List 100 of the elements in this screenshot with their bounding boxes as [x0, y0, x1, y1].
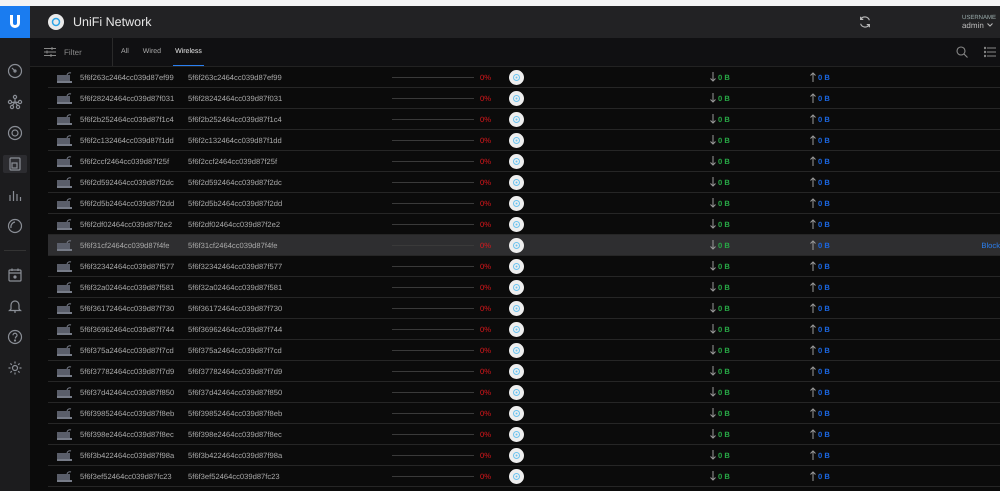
chevron-down-icon: [986, 23, 993, 27]
access-point-icon: [509, 154, 524, 168]
search-icon[interactable]: [956, 46, 968, 58]
download-arrow-icon: [710, 135, 716, 145]
access-point-icon: [509, 132, 524, 148]
app-logo-icon: [48, 14, 64, 30]
access-point-icon: [509, 468, 524, 484]
app-title: UniFi Network: [73, 15, 152, 29]
upload-arrow-icon: [810, 93, 816, 103]
calendar-icon: [7, 267, 23, 283]
wireless-device-icon: [57, 302, 72, 314]
access-point-icon: [509, 364, 524, 378]
download-arrow-icon: [710, 219, 716, 229]
download-arrow-icon: [710, 240, 716, 250]
download-arrow-icon: [710, 345, 716, 355]
upload-arrow-icon: [810, 240, 816, 250]
filter-label: Filter: [64, 48, 82, 56]
settings-icon: [7, 360, 23, 376]
access-point-icon: [509, 342, 524, 358]
username-menu[interactable]: admin: [962, 20, 996, 30]
download-arrow-icon: [710, 177, 716, 187]
wireless-device-icon: [57, 218, 72, 230]
upload-arrow-icon: [810, 198, 816, 208]
upload-arrow-icon: [810, 156, 816, 166]
download-arrow-icon: [710, 450, 716, 460]
download-arrow-icon: [710, 387, 716, 397]
download-arrow-icon: [710, 471, 716, 481]
sidebar-item[interactable]: [3, 155, 27, 173]
wireless-device-icon: [57, 176, 72, 188]
wireless-device-icon: [57, 134, 72, 146]
download-arrow-icon: [710, 198, 716, 208]
access-point-icon: [509, 70, 524, 84]
upload-arrow-icon: [810, 450, 816, 460]
network-nodes-icon: [7, 94, 23, 110]
wireless-device-icon: [57, 344, 72, 356]
download-arrow-icon: [710, 303, 716, 313]
access-point-icon: [509, 196, 524, 210]
refresh-icon[interactable]: [858, 15, 872, 29]
access-point-icon: [509, 426, 524, 442]
access-point-icon: [509, 90, 524, 106]
upload-arrow-icon: [810, 429, 816, 439]
wireless-device-icon: [57, 260, 72, 272]
download-arrow-icon: [710, 282, 716, 292]
wireless-device-icon: [57, 366, 72, 376]
upload-arrow-icon: [810, 72, 816, 82]
download-arrow-icon: [710, 93, 716, 103]
download-arrow-icon: [710, 156, 716, 166]
ring-icon: [7, 218, 23, 234]
clients-icon: [7, 156, 23, 172]
upload-arrow-icon: [810, 135, 816, 145]
download-arrow-icon: [710, 366, 716, 376]
download-arrow-icon: [710, 261, 716, 271]
download-arrow-icon: [710, 429, 716, 439]
upload-arrow-icon: [810, 282, 816, 292]
wireless-device-icon: [57, 470, 72, 482]
filter-icon[interactable]: [44, 47, 56, 57]
access-point-icon: [509, 112, 524, 126]
access-point-icon: [509, 280, 524, 294]
access-point-icon: [509, 300, 524, 316]
column-list-icon[interactable]: [984, 46, 996, 58]
wireless-device-icon: [57, 450, 72, 460]
bell-icon: [7, 298, 23, 314]
download-arrow-icon: [710, 114, 716, 124]
upload-arrow-icon: [810, 114, 816, 124]
wireless-device-icon: [57, 324, 72, 334]
wireless-device-icon: [57, 156, 72, 166]
access-point-icon: [509, 174, 524, 190]
wireless-device-icon: [57, 240, 72, 250]
upload-arrow-icon: [810, 366, 816, 376]
upload-arrow-icon: [810, 303, 816, 313]
access-point-icon: [509, 258, 524, 274]
wireless-device-icon: [57, 282, 72, 292]
download-arrow-icon: [710, 72, 716, 82]
target-icon: [7, 125, 23, 141]
access-point-icon: [509, 322, 524, 336]
upload-arrow-icon: [810, 408, 816, 418]
upload-arrow-icon: [810, 471, 816, 481]
download-arrow-icon: [710, 324, 716, 334]
help-icon: [7, 329, 23, 345]
upload-arrow-icon: [810, 345, 816, 355]
app-logo-icon[interactable]: [0, 6, 30, 38]
wireless-device-icon: [57, 114, 72, 124]
access-point-icon: [509, 406, 524, 420]
wireless-device-icon: [57, 408, 72, 418]
access-point-icon: [509, 384, 524, 400]
wireless-device-icon: [57, 428, 72, 440]
upload-arrow-icon: [810, 324, 816, 334]
gauge-icon: [7, 63, 23, 79]
wireless-device-icon: [57, 92, 72, 104]
upload-arrow-icon: [810, 261, 816, 271]
access-point-icon: [509, 216, 524, 232]
upload-arrow-icon: [810, 387, 816, 397]
upload-arrow-icon: [810, 177, 816, 187]
access-point-icon: [509, 448, 524, 462]
wireless-device-icon: [57, 198, 72, 208]
wireless-device-icon: [57, 386, 72, 398]
download-arrow-icon: [710, 408, 716, 418]
access-point-icon: [509, 238, 524, 252]
upload-arrow-icon: [810, 219, 816, 229]
wireless-device-icon: [57, 72, 72, 82]
